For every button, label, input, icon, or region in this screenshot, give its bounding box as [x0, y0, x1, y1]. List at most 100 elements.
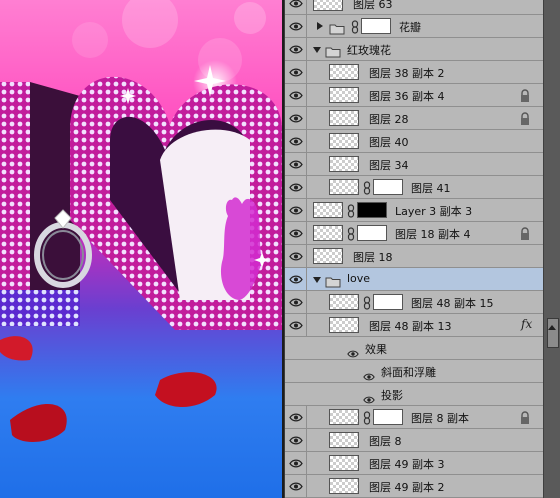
layer-thumbnail[interactable]: [329, 110, 359, 126]
layer-name: 图层 48 副本 15: [411, 297, 494, 310]
visibility-eye-icon[interactable]: [285, 245, 307, 268]
lock-icon: [519, 410, 531, 424]
layer-row[interactable]: 图层 8 副本: [285, 406, 543, 429]
visibility-eye-icon[interactable]: [285, 0, 307, 15]
layer-name: 图层 34: [369, 159, 409, 172]
folder-icon: [325, 273, 341, 288]
visibility-eye-icon[interactable]: [285, 429, 307, 452]
layer-row[interactable]: 图层 48 副本 13 fx: [285, 314, 543, 337]
layer-row[interactable]: 图层 63: [285, 0, 543, 15]
visibility-eye-icon[interactable]: [285, 314, 307, 337]
layer-row[interactable]: 图层 8: [285, 429, 543, 452]
canvas-artwork: [0, 0, 282, 442]
scrollbar[interactable]: [543, 0, 560, 498]
lock-icon: [519, 88, 531, 102]
layer-row[interactable]: 图层 18 副本 4: [285, 222, 543, 245]
expand-triangle-down-icon[interactable]: [313, 277, 321, 283]
expand-triangle-right-icon[interactable]: [317, 22, 323, 30]
folder-icon: [329, 20, 345, 35]
visibility-eye-icon[interactable]: [285, 199, 307, 222]
layer-thumbnail[interactable]: [313, 0, 343, 11]
layer-thumbnail[interactable]: [313, 248, 343, 264]
layer-mask-thumbnail[interactable]: [357, 202, 387, 218]
lock-icon: [519, 111, 531, 125]
layer-name: 图层 38 副本 2: [369, 67, 445, 80]
mask-link-icon[interactable]: [347, 203, 355, 218]
layer-name: 图层 36 副本 4: [369, 90, 445, 103]
layer-row[interactable]: 图层 18: [285, 245, 543, 268]
layer-thumbnail[interactable]: [329, 156, 359, 172]
layer-mask-thumbnail[interactable]: [357, 225, 387, 241]
layer-thumbnail[interactable]: [329, 455, 359, 471]
layer-thumbnail[interactable]: [329, 179, 359, 195]
visibility-eye-icon[interactable]: [285, 268, 307, 291]
group-name: love: [347, 272, 371, 285]
layer-row[interactable]: 图层 36 副本 4: [285, 84, 543, 107]
layer-name: 图层 40: [369, 136, 409, 149]
layer-name: 图层 28: [369, 113, 409, 126]
mask-link-icon[interactable]: [363, 295, 371, 310]
visibility-eye-icon[interactable]: [285, 452, 307, 475]
layer-name: 图层 18 副本 4: [395, 228, 471, 241]
layer-mask-thumbnail[interactable]: [373, 179, 403, 195]
scrollbar-thumb[interactable]: [547, 318, 559, 348]
folder-icon: [325, 43, 341, 58]
visibility-eye-icon[interactable]: [285, 222, 307, 245]
layer-row[interactable]: 图层 41: [285, 176, 543, 199]
layer-thumbnail[interactable]: [329, 64, 359, 80]
visibility-eye-icon[interactable]: [285, 406, 307, 429]
layer-group-row[interactable]: 红玫瑰花: [285, 38, 543, 61]
visibility-eye-icon[interactable]: [285, 38, 307, 61]
layer-effects-fx-icon[interactable]: fx: [521, 317, 532, 331]
layer-group-row[interactable]: 花瓣: [285, 15, 543, 38]
layer-thumbnail[interactable]: [329, 409, 359, 425]
layer-mask-thumbnail[interactable]: [373, 409, 403, 425]
visibility-eye-icon[interactable]: [285, 176, 307, 199]
visibility-eye-icon[interactable]: [285, 15, 307, 38]
layer-name: 图层 8 副本: [411, 412, 469, 425]
mask-link-icon[interactable]: [363, 180, 371, 195]
layer-thumbnail[interactable]: [313, 225, 343, 241]
layer-name: 图层 49 副本 2: [369, 481, 445, 494]
visibility-eye-icon[interactable]: [285, 84, 307, 107]
layer-effect-row[interactable]: 投影: [285, 383, 543, 406]
effect-name: 投影: [381, 389, 403, 402]
layer-name: Layer 3 副本 3: [395, 205, 473, 218]
layer-group-row[interactable]: love: [285, 268, 543, 291]
expand-triangle-down-icon[interactable]: [313, 47, 321, 53]
layer-row[interactable]: 图层 28: [285, 107, 543, 130]
layer-mask-thumbnail[interactable]: [373, 294, 403, 310]
mask-link-icon[interactable]: [351, 19, 359, 34]
layer-thumbnail[interactable]: [329, 87, 359, 103]
layer-row[interactable]: 图层 34: [285, 153, 543, 176]
layer-thumbnail[interactable]: [329, 478, 359, 494]
layer-thumbnail[interactable]: [329, 317, 359, 333]
layer-row[interactable]: Layer 3 副本 3: [285, 199, 543, 222]
layer-thumbnail[interactable]: [313, 202, 343, 218]
document-canvas[interactable]: [0, 0, 282, 498]
layer-name: 图层 18: [353, 251, 393, 264]
scroll-up-arrow-icon[interactable]: [548, 325, 556, 330]
layer-row[interactable]: 图层 48 副本 15: [285, 291, 543, 314]
layer-effect-row[interactable]: 效果: [285, 337, 543, 360]
visibility-eye-icon[interactable]: [285, 475, 307, 498]
layer-thumbnail[interactable]: [329, 133, 359, 149]
layer-name: 图层 48 副本 13: [369, 320, 452, 333]
mask-link-icon[interactable]: [347, 226, 355, 241]
layer-mask-thumbnail[interactable]: [361, 18, 391, 34]
layer-thumbnail[interactable]: [329, 432, 359, 448]
visibility-eye-icon[interactable]: [285, 153, 307, 176]
layer-effect-row[interactable]: 斜面和浮雕: [285, 360, 543, 383]
layer-thumbnail[interactable]: [329, 294, 359, 310]
visibility-eye-icon[interactable]: [285, 291, 307, 314]
mask-link-icon[interactable]: [363, 410, 371, 425]
layer-row[interactable]: 图层 49 副本 3: [285, 452, 543, 475]
layer-name: 图层 63: [353, 0, 393, 11]
layer-name: 图层 8: [369, 435, 402, 448]
layer-row[interactable]: 图层 40: [285, 130, 543, 153]
visibility-eye-icon[interactable]: [285, 61, 307, 84]
layer-row[interactable]: 图层 49 副本 2: [285, 475, 543, 498]
visibility-eye-icon[interactable]: [285, 130, 307, 153]
visibility-eye-icon[interactable]: [285, 107, 307, 130]
layer-row[interactable]: 图层 38 副本 2: [285, 61, 543, 84]
